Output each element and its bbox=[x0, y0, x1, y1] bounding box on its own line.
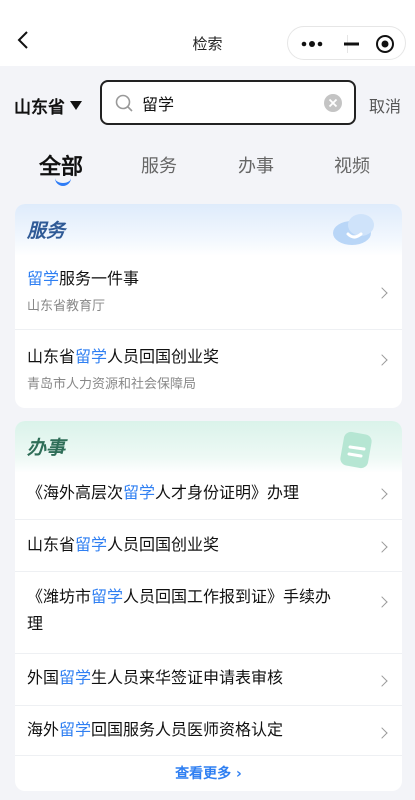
service-section-title: 服务 bbox=[27, 220, 66, 242]
tab-active-indicator bbox=[55, 178, 71, 186]
chevron-right-icon: › bbox=[231, 766, 242, 782]
affair-item-title: 《海外高层次留学人才身份证明》办理 bbox=[27, 483, 300, 502]
view-more-label: 查看更多 bbox=[175, 766, 232, 782]
view-more-link[interactable]: 查看更多 › bbox=[15, 763, 402, 783]
nav-bar: 检索 bbox=[0, 0, 415, 66]
affair-item-title: 《潍坊市留学人员回国工作报到证》手续办 bbox=[27, 587, 332, 606]
minimize-icon[interactable] bbox=[340, 35, 364, 53]
affair-card-header: 办事 bbox=[15, 421, 402, 473]
dropdown-triangle-icon bbox=[70, 101, 82, 110]
search-input[interactable] bbox=[142, 90, 317, 116]
search-row: 山东省 取消 bbox=[0, 66, 415, 138]
service-item-2[interactable]: 山东省留学人员回国创业奖 青岛市人力资源和社会保障局 bbox=[15, 330, 402, 408]
service-item-1[interactable]: 留学服务一件事 山东省教育厅 bbox=[15, 256, 402, 330]
service-item-dept: 山东省教育厅 bbox=[27, 299, 106, 314]
affair-item-title: 外国留学生人员来华签证申请表审核 bbox=[27, 668, 284, 687]
service-card-header: 服务 bbox=[15, 204, 402, 256]
tab-all[interactable]: 全部 bbox=[39, 149, 83, 181]
affair-card: 办事 《海外高层次留学人才身份证明》办理 山东省留学人员回国创业奖 《潍坊市留学… bbox=[15, 421, 402, 791]
service-item-title: 山东省留学人员回国创业奖 bbox=[27, 347, 220, 366]
province-label: 山东省 bbox=[14, 98, 65, 118]
affair-item-5[interactable]: 海外留学回国服务人员医师资格认定 bbox=[15, 706, 402, 756]
affair-item-title: 海外留学回国服务人员医师资格认定 bbox=[27, 720, 284, 739]
affair-item-title: 山东省留学人员回国创业奖 bbox=[27, 535, 220, 554]
category-tabs: 全部 服务 办事 视频 bbox=[0, 140, 415, 196]
tab-video[interactable]: 视频 bbox=[334, 152, 370, 178]
more-dots-icon[interactable] bbox=[300, 35, 324, 53]
affair-item-3[interactable]: 《潍坊市留学人员回国工作报到证》手续办 理 bbox=[15, 572, 402, 654]
affair-item-1[interactable]: 《海外高层次留学人才身份证明》办理 bbox=[15, 473, 402, 520]
tab-service[interactable]: 服务 bbox=[141, 152, 177, 178]
province-selector[interactable]: 山东省 bbox=[14, 93, 82, 118]
chevron-right-icon bbox=[376, 596, 388, 608]
service-card: 服务 留学服务一件事 山东省教育厅 山东省留学人员回国创业奖 青岛市人力资源和社… bbox=[15, 204, 402, 408]
search-icon bbox=[115, 94, 133, 112]
tab-affair[interactable]: 办事 bbox=[238, 152, 274, 178]
cloud-chat-icon bbox=[333, 214, 374, 245]
affair-section-title: 办事 bbox=[27, 437, 66, 459]
search-box[interactable] bbox=[100, 80, 356, 125]
service-item-dept: 青岛市人力资源和社会保障局 bbox=[27, 377, 197, 392]
affair-item-title-line2: 理 bbox=[27, 614, 44, 633]
affair-item-2[interactable]: 山东省留学人员回国创业奖 bbox=[15, 520, 402, 572]
document-icon bbox=[340, 431, 372, 469]
clear-icon[interactable] bbox=[323, 93, 343, 113]
close-target-icon[interactable] bbox=[374, 33, 396, 55]
service-item-title: 留学服务一件事 bbox=[27, 269, 140, 288]
mini-program-capsule bbox=[287, 26, 406, 60]
cancel-button[interactable]: 取消 bbox=[369, 93, 401, 117]
affair-item-4[interactable]: 外国留学生人员来华签证申请表审核 bbox=[15, 654, 402, 706]
